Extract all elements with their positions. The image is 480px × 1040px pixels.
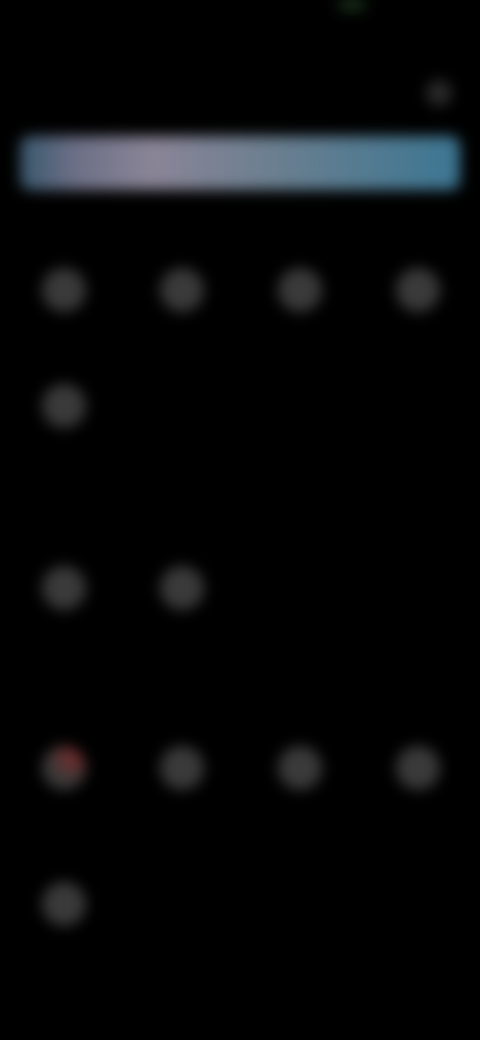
blurred-screen [0,0,480,1040]
tile-icon [160,746,204,790]
section-1-tile-5[interactable] [2,370,122,470]
section-3-tile-5[interactable] [2,868,122,968]
section-1-tile-2[interactable] [120,254,240,354]
tile-icon [278,746,322,790]
tile-icon-badge [42,746,86,790]
section-3-tile-1[interactable] [2,732,122,832]
tile-icon [278,268,322,312]
section-1-tile-4[interactable] [356,254,476,354]
tile-icon [42,384,86,428]
tile-icon [42,268,86,312]
tile-icon [396,746,440,790]
section-3-tile-2[interactable] [120,732,240,832]
more-icon[interactable] [426,80,452,106]
section-1-tile-1[interactable] [2,254,122,354]
section-2-tile-2[interactable] [120,552,240,652]
tile-icon [160,268,204,312]
tile-icon [42,882,86,926]
section-1-tile-3[interactable] [238,254,358,354]
promo-banner[interactable] [20,136,460,190]
section-2-tile-1[interactable] [2,552,122,652]
tile-icon [42,566,86,610]
status-indicator-icon [338,0,366,10]
tile-icon [396,268,440,312]
tile-icon [160,566,204,610]
status-bar [0,0,480,56]
section-3-tile-3[interactable] [238,732,358,832]
section-3-tile-4[interactable] [356,732,476,832]
page-header [22,78,458,112]
